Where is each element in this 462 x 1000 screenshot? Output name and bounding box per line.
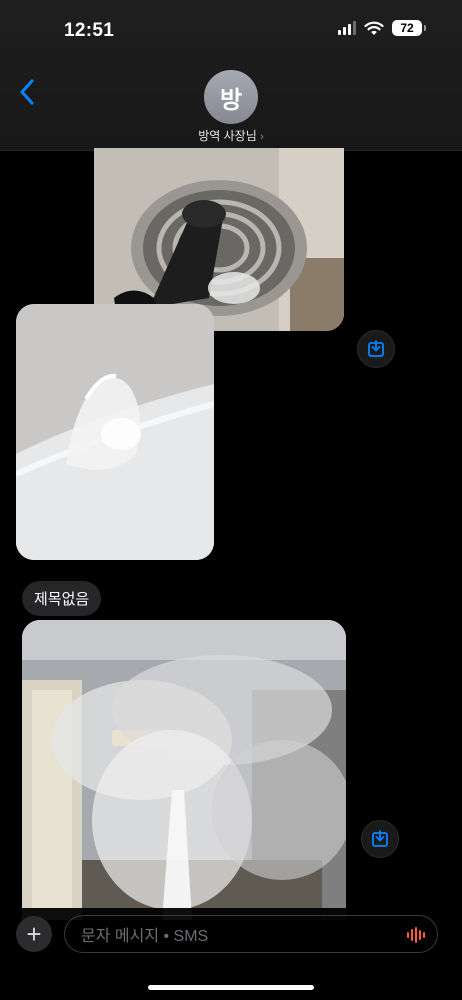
status-time: 12:51 — [64, 20, 115, 41]
contact-name-row[interactable]: 방역 사장님 › — [0, 127, 462, 144]
photo-attachment-fog[interactable] — [22, 620, 346, 920]
download-icon — [372, 830, 388, 847]
message-subject-bubble: 제목없음 — [22, 581, 102, 616]
save-photo-button[interactable] — [361, 820, 399, 858]
signal-icon — [338, 21, 356, 35]
chevron-left-icon — [20, 79, 34, 105]
message-input-placeholder: 문자 메시지 • SMS — [81, 928, 209, 945]
fog-photo-illustration — [22, 620, 346, 920]
photo-attachment-foam[interactable] — [16, 304, 214, 560]
message-input[interactable]: 문자 메시지 • SMS — [64, 915, 438, 953]
wifi-icon — [364, 21, 384, 35]
home-indicator[interactable] — [148, 985, 314, 990]
download-icon — [368, 340, 384, 357]
battery-indicator: 72 — [392, 20, 426, 36]
waveform-icon[interactable] — [405, 926, 427, 944]
status-icons: 72 — [338, 20, 426, 36]
back-button[interactable] — [12, 74, 42, 110]
contact-avatar[interactable]: 방 — [204, 70, 258, 124]
add-attachment-button[interactable]: + — [16, 916, 52, 952]
foam-photo-illustration — [16, 304, 214, 560]
save-photo-button[interactable] — [357, 330, 395, 368]
chevron-right-icon: › — [260, 131, 264, 143]
contact-name: 방역 사장님 — [198, 129, 257, 143]
